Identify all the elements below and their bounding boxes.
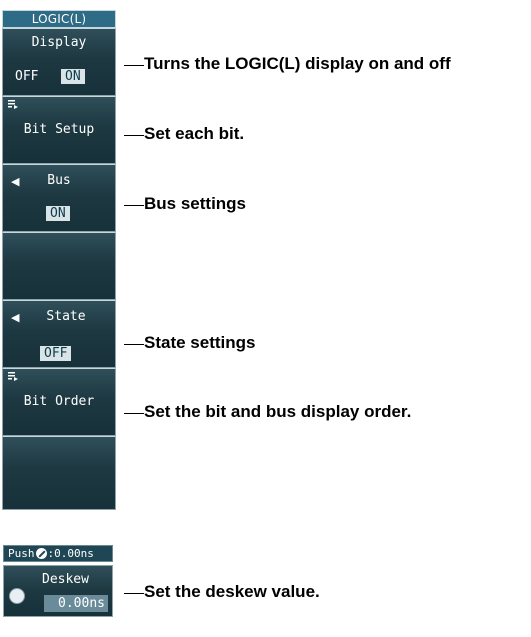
empty-softkey xyxy=(2,232,116,300)
menu-title: LOGIC(L) xyxy=(2,10,116,28)
bit-order-softkey[interactable]: Bit Order xyxy=(2,368,116,436)
bit-setup-callout: Set each bit. xyxy=(144,124,245,143)
submenu-icon xyxy=(8,372,18,381)
leader-line xyxy=(124,413,144,414)
jog-dial-icon xyxy=(9,588,25,604)
bus-callout: Bus settings xyxy=(144,194,247,213)
display-on-option[interactable]: ON xyxy=(61,69,85,84)
deskew-softkey[interactable]: Deskew 0.00ns xyxy=(3,565,113,617)
state-callout: State settings xyxy=(144,333,256,352)
bit-setup-softkey[interactable]: Bit Setup xyxy=(2,96,116,164)
bit-order-label: Bit Order xyxy=(23,394,95,409)
leader-line xyxy=(124,135,144,136)
display-off-option[interactable]: OFF xyxy=(15,69,38,84)
bit-order-callout: Set the bit and bus display order. xyxy=(144,402,412,421)
deskew-label: Deskew xyxy=(42,572,89,587)
deskew-value[interactable]: 0.00ns xyxy=(44,595,108,612)
state-label: State xyxy=(46,309,86,324)
submenu-icon xyxy=(8,100,18,109)
leader-line xyxy=(124,593,144,594)
deskew-push-hint: Push :0.00ns xyxy=(3,545,113,562)
bus-value: ON xyxy=(46,206,70,221)
bit-setup-label: Bit Setup xyxy=(23,122,95,137)
display-label: Display xyxy=(31,35,87,50)
bus-label: Bus xyxy=(47,173,71,188)
display-callout: Turns the LOGIC(L) display on and off xyxy=(144,54,451,73)
bus-softkey[interactable]: ◀ Bus ON xyxy=(2,164,116,232)
display-softkey[interactable]: Display OFF ON xyxy=(2,28,116,96)
deskew-callout: Set the deskew value. xyxy=(144,582,320,601)
push-label: Push xyxy=(8,547,35,560)
knob-icon xyxy=(35,548,47,559)
state-value: OFF xyxy=(40,346,72,361)
leader-line xyxy=(124,344,144,345)
empty-softkey xyxy=(2,436,116,510)
state-softkey[interactable]: ◀ State OFF xyxy=(2,300,116,368)
leader-line xyxy=(124,65,144,66)
leader-line xyxy=(124,205,144,206)
push-reset-value: :0.00ns xyxy=(47,547,94,560)
logic-menu: LOGIC(L) Display OFF ON Bit Setup ◀ Bus … xyxy=(2,10,116,510)
